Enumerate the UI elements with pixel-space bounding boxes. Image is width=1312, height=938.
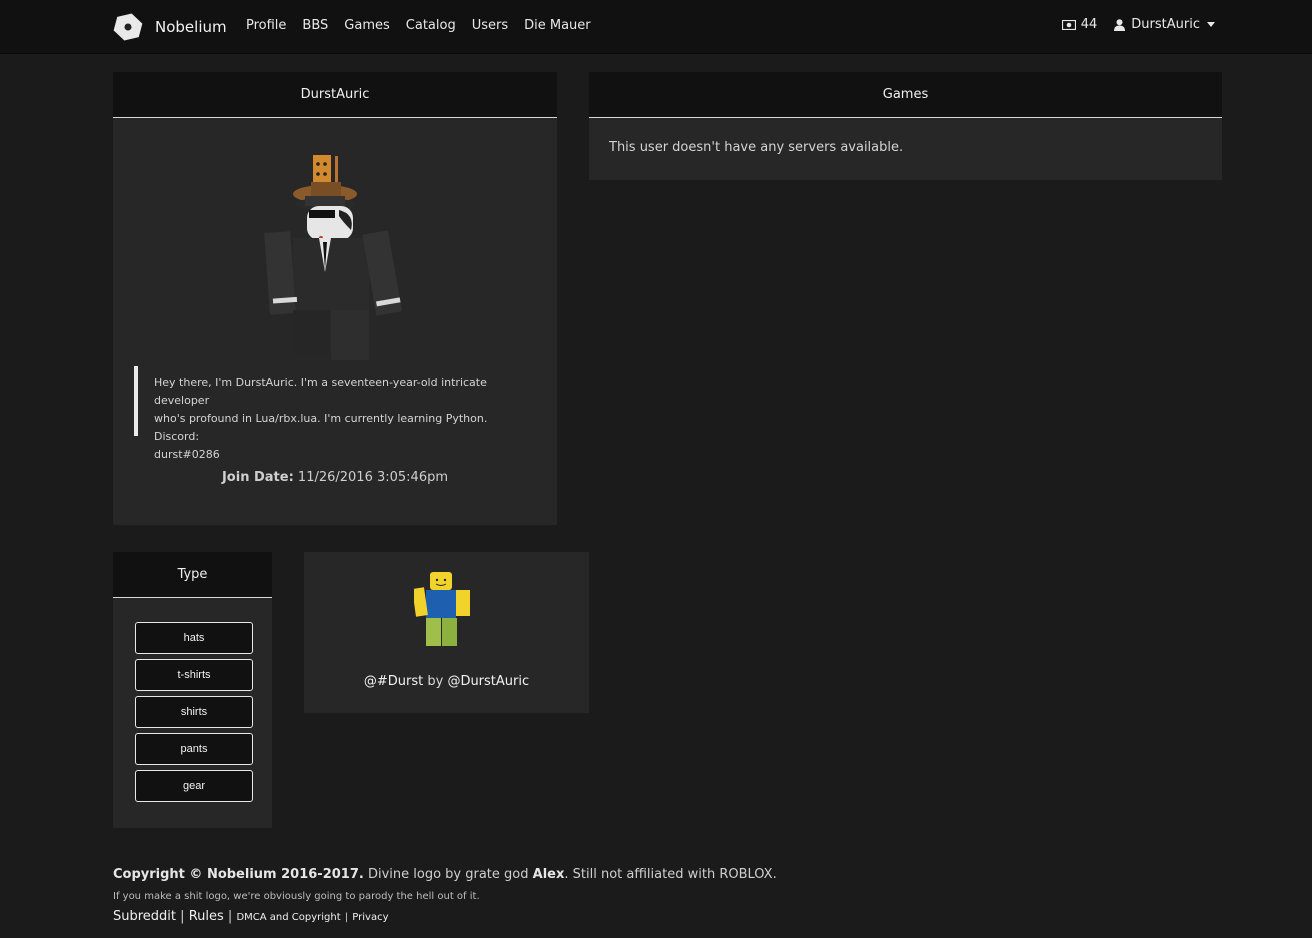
type-tshirts-button[interactable]: t-shirts — [135, 659, 253, 691]
item-name-link[interactable]: @#Durst — [364, 674, 423, 689]
item-caption: @#Durst by @DurstAuric — [304, 674, 589, 689]
type-title: Type — [177, 567, 208, 582]
type-filter-panel: Type hats t-shirts shirts pants gear — [113, 552, 272, 828]
type-shirts-button[interactable]: shirts — [135, 696, 253, 728]
profile-panel: DurstAuric Hey there, I'm DurstAuric. I'… — [113, 72, 557, 525]
nav-profile[interactable]: Profile — [246, 17, 286, 35]
nav-games[interactable]: Games — [344, 17, 389, 35]
profile-title: DurstAuric — [300, 87, 370, 102]
footer-affiliation: Still not affiliated with ROBLOX. — [572, 867, 777, 882]
footer-separator: | — [180, 909, 185, 924]
brand-name: Nobelium — [155, 18, 227, 36]
footer-dmca-link[interactable]: DMCA and Copyright — [236, 912, 340, 923]
games-panel-heading: Games — [589, 72, 1222, 118]
bio-line: Hey there, I'm DurstAuric. I'm a sevente… — [154, 376, 487, 407]
item-card[interactable]: @#Durst by @DurstAuric — [304, 552, 589, 713]
type-pants-button[interactable]: pants — [135, 733, 253, 765]
type-button-list: hats t-shirts shirts pants gear — [135, 622, 253, 807]
nav-links: Profile BBS Games Catalog Users Die Maue… — [246, 17, 607, 35]
footer-privacy-link[interactable]: Privacy — [352, 912, 388, 923]
nav-catalog[interactable]: Catalog — [406, 17, 456, 35]
type-hats-button[interactable]: hats — [135, 622, 253, 654]
type-gear-button[interactable]: gear — [135, 770, 253, 802]
bio-line: durst#0286 — [154, 448, 220, 461]
nav-users[interactable]: Users — [472, 17, 508, 35]
navbar: Nobelium Profile BBS Games Catalog Users… — [0, 0, 1312, 54]
type-panel-heading: Type — [113, 552, 272, 598]
join-date: Join Date: 11/26/2016 3:05:46pm — [113, 470, 557, 485]
user-menu-dropdown[interactable]: DurstAuric — [1114, 17, 1215, 32]
footer-rules-link[interactable]: Rules — [189, 909, 224, 924]
currency-display[interactable]: 44 — [1061, 17, 1098, 32]
item-by-label: by — [427, 674, 444, 689]
chevron-down-icon — [1207, 22, 1215, 27]
games-title: Games — [882, 87, 929, 102]
footer-separator: | — [227, 909, 233, 924]
footer-links: Subreddit | Rules | DMCA and Copyright |… — [113, 908, 1013, 927]
username-label: DurstAuric — [1131, 17, 1200, 32]
join-date-label: Join Date: — [221, 470, 294, 485]
footer-copyright-line: Copyright © Nobelium 2016-2017. Divine l… — [113, 867, 777, 882]
nobelium-logo-icon — [113, 13, 143, 41]
profile-panel-heading: DurstAuric — [113, 72, 557, 118]
money-icon — [1061, 19, 1076, 30]
nav-right: 44 DurstAuric — [1061, 17, 1215, 32]
footer: Copyright © Nobelium 2016-2017. Divine l… — [113, 866, 1013, 927]
footer-separator: | — [344, 912, 349, 923]
item-thumbnail[interactable] — [414, 572, 476, 648]
user-icon — [1114, 18, 1126, 31]
item-creator-link[interactable]: @DurstAuric — [447, 674, 529, 689]
footer-copyright: Copyright © Nobelium 2016-2017. — [113, 867, 364, 882]
footer-parody-note: If you make a shit logo, we're obviously… — [113, 891, 480, 902]
nav-die-mauer[interactable]: Die Mauer — [524, 17, 591, 35]
user-bio: Hey there, I'm DurstAuric. I'm a sevente… — [134, 366, 534, 461]
games-panel: Games This user doesn't have any servers… — [589, 72, 1222, 180]
join-date-value: 11/26/2016 3:05:46pm — [297, 470, 449, 485]
brand-link[interactable]: Nobelium — [113, 12, 227, 42]
footer-logo-credit: Divine logo by grate god — [367, 867, 529, 882]
footer-subreddit-link[interactable]: Subreddit — [113, 909, 176, 924]
games-empty-message: This user doesn't have any servers avail… — [609, 140, 904, 155]
nav-bbs[interactable]: BBS — [302, 17, 328, 35]
currency-amount: 44 — [1080, 17, 1098, 32]
avatar-image — [264, 155, 403, 360]
bio-line: who's profound in Lua/rbx.lua. I'm curre… — [154, 412, 488, 443]
footer-logo-credit-name: Alex — [532, 867, 565, 882]
